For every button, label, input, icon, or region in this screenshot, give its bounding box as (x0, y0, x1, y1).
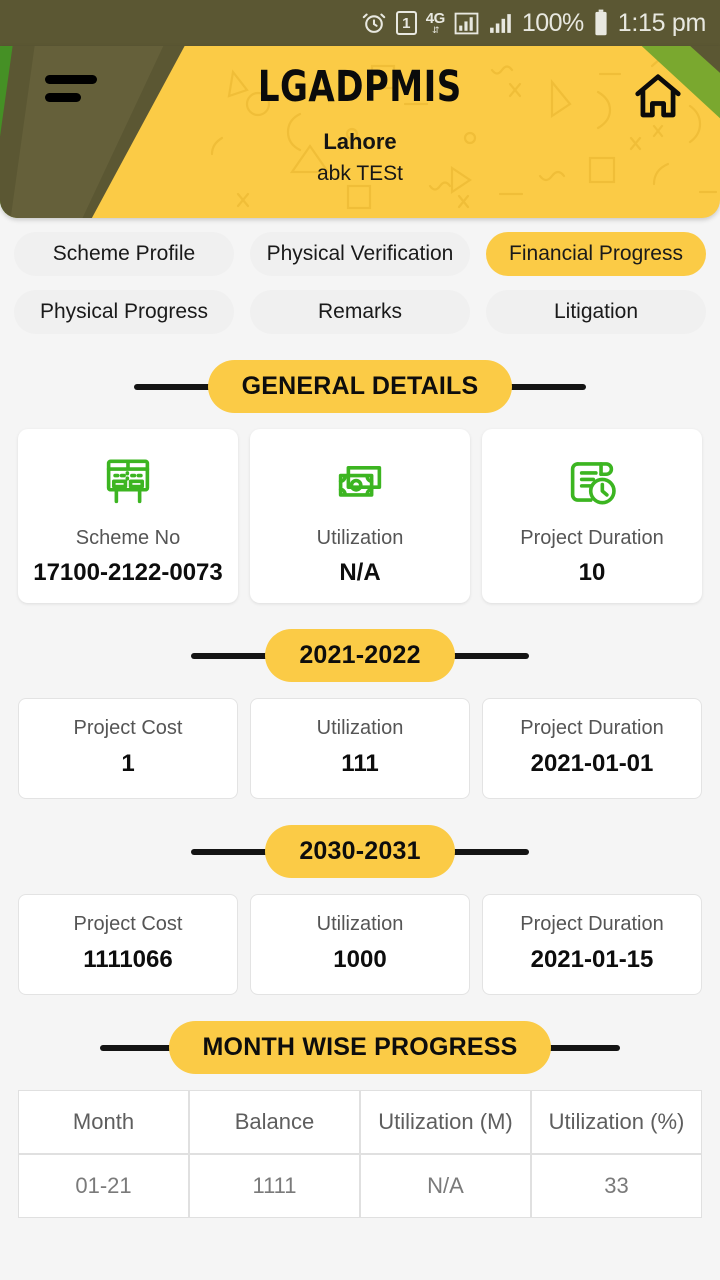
card-label: Scheme No (75, 527, 181, 549)
card-label: Project Cost (73, 717, 183, 739)
card-value: N/A (339, 559, 381, 586)
card-label: Project Duration (520, 527, 664, 549)
battery-percent-label: 100% (521, 8, 584, 37)
scroll-clock-icon (561, 447, 623, 517)
section-divider-right (442, 652, 529, 659)
clock-label: 1:15 pm (617, 8, 707, 37)
card-value: 10 (578, 559, 606, 586)
column-header-utilization-m: Utilization (M) (360, 1090, 531, 1154)
card-label: Project Cost (73, 913, 183, 935)
card-label: Utilization (316, 527, 404, 549)
column-header-balance: Balance (189, 1090, 360, 1154)
column-header-month: Month (18, 1090, 189, 1154)
tab-remarks[interactable]: Remarks (250, 290, 470, 334)
card-label: Project Duration (520, 913, 664, 935)
year-1-cards: Project Cost 1 Utilization 111 Project D… (0, 698, 720, 799)
card-value: 1 (121, 750, 135, 777)
tab-litigation[interactable]: Litigation (486, 290, 706, 334)
card-project-duration-year-1[interactable]: Project Duration 2021-01-01 (482, 698, 702, 799)
signboard-icon (97, 447, 159, 517)
cell-balance: 1111 (189, 1154, 360, 1218)
card-value: 111 (341, 750, 379, 777)
tab-physical-progress[interactable]: Physical Progress (14, 290, 234, 334)
card-value: 17100-2122-0073 (33, 559, 223, 586)
signal-bars-boxed-icon (454, 11, 479, 36)
battery-full-icon (593, 9, 609, 37)
tab-bar: Scheme Profile Physical Verification Fin… (0, 218, 720, 334)
card-value: 2021-01-15 (530, 946, 654, 973)
section-header-year-1: 2021-2022 (0, 629, 720, 682)
app-header: LGADPMIS Lahore abk TESt (0, 46, 720, 218)
alarm-clock-icon (361, 10, 387, 36)
card-utilization-general[interactable]: Utilization N/A (250, 429, 470, 603)
card-value: 1111066 (83, 946, 173, 973)
signal-bars-icon (488, 11, 513, 36)
card-utilization-year-1[interactable]: Utilization 111 (250, 698, 470, 799)
section-divider-right (539, 1044, 620, 1051)
card-utilization-year-2[interactable]: Utilization 1000 (250, 894, 470, 995)
card-value: 2021-01-01 (530, 750, 654, 777)
section-header-general-details: GENERAL DETAILS (0, 360, 720, 413)
card-scheme-no[interactable]: Scheme No 17100-2122-0073 (18, 429, 238, 603)
card-label: Project Duration (520, 717, 664, 739)
month-wise-progress-table: Month Balance Utilization (M) Utilizatio… (18, 1090, 702, 1218)
card-project-cost-year-1[interactable]: Project Cost 1 (18, 698, 238, 799)
tab-financial-progress[interactable]: Financial Progress (486, 232, 706, 276)
page-title: LGADPMIS (258, 62, 462, 112)
section-divider-left (133, 383, 220, 390)
general-details-cards: Scheme No 17100-2122-0073 Utilization N/… (0, 429, 720, 603)
banknote-icon (329, 447, 391, 517)
network-type-indicator: 4G ⇵ (425, 9, 446, 35)
cell-utilization-m: N/A (360, 1154, 531, 1218)
section-title-year-2: 2030-2031 (265, 825, 455, 878)
card-value: 1000 (333, 946, 387, 973)
section-divider-right (442, 848, 529, 855)
column-header-utilization-pct: Utilization (%) (531, 1090, 702, 1154)
status-bar: 1 4G ⇵ 100% 1:15 pm (0, 0, 720, 46)
section-header-year-2: 2030-2031 (0, 825, 720, 878)
card-project-duration-general[interactable]: Project Duration 10 (482, 429, 702, 603)
card-project-cost-year-2[interactable]: Project Cost 1111066 (18, 894, 238, 995)
section-title-month-wise-progress: MONTH WISE PROGRESS (168, 1021, 552, 1074)
year-2-cards: Project Cost 1111066 Utilization 1000 Pr… (0, 894, 720, 995)
card-project-duration-year-2[interactable]: Project Duration 2021-01-15 (482, 894, 702, 995)
sim-slot-indicator: 1 (395, 11, 417, 35)
section-divider-right (500, 383, 587, 390)
cell-month: 01-21 (18, 1154, 189, 1218)
section-header-month-wise-progress: MONTH WISE PROGRESS (0, 1021, 720, 1074)
card-label: Utilization (316, 717, 404, 739)
section-title-general-details: GENERAL DETAILS (207, 360, 513, 413)
cell-utilization-pct: 33 (531, 1154, 702, 1218)
tab-scheme-profile[interactable]: Scheme Profile (14, 232, 234, 276)
section-title-year-1: 2021-2022 (265, 629, 455, 682)
card-label: Utilization (316, 913, 404, 935)
table-header-row: Month Balance Utilization (M) Utilizatio… (18, 1090, 702, 1154)
header-district: Lahore (323, 129, 397, 155)
tab-physical-verification[interactable]: Physical Verification (250, 232, 470, 276)
header-scheme-name: abk TESt (317, 162, 403, 186)
table-row[interactable]: 01-21 1111 N/A 33 (18, 1154, 702, 1218)
